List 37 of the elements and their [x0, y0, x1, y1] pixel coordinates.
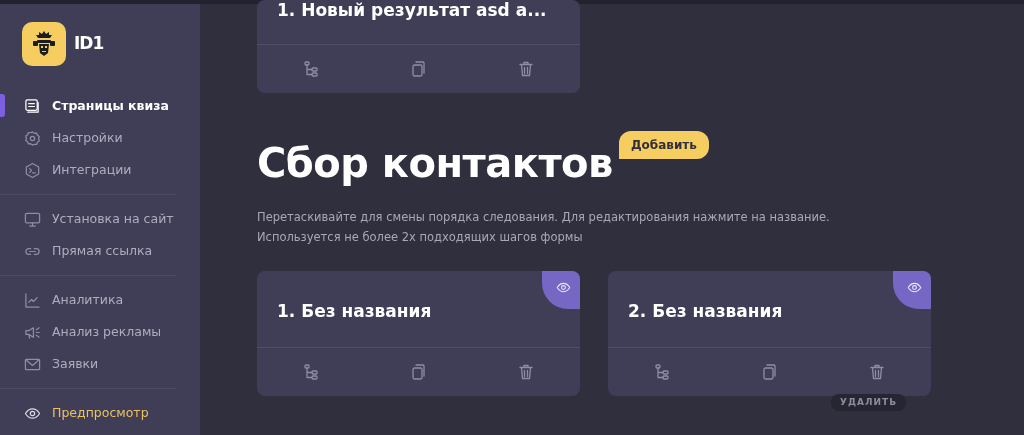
eye-icon [556, 280, 571, 295]
copy-icon[interactable] [760, 363, 779, 381]
selection-indicator [0, 94, 5, 117]
terminal-icon [24, 161, 41, 179]
sidebar-item[interactable]: Установка на сайт [0, 203, 176, 235]
sidebar-item[interactable]: Интеграции [0, 154, 176, 186]
sidebar-item[interactable]: Аналитика [0, 284, 176, 316]
card-title[interactable]: 1. Без названия [277, 301, 432, 321]
sidebar-item[interactable]: Прямая ссылка [0, 235, 176, 267]
gear-icon [24, 129, 41, 147]
add-button[interactable]: Добавить [618, 131, 709, 159]
tooltip: УДАЛИТЬ [831, 393, 906, 411]
card-title[interactable]: 2. Без названия [628, 301, 783, 321]
branch-icon[interactable] [301, 60, 320, 78]
trash-icon[interactable] [517, 60, 536, 78]
sidebar-item[interactable]: Предпросмотр [0, 397, 176, 429]
eye-icon [907, 280, 922, 295]
copy-icon[interactable] [409, 60, 428, 78]
sidebar-item[interactable]: Заявки [0, 348, 176, 380]
preview-button[interactable] [542, 271, 580, 309]
trash-icon[interactable] [517, 363, 536, 381]
logo-icon [22, 22, 66, 66]
logo-text: ID1 [74, 32, 104, 56]
branch-icon[interactable] [301, 363, 320, 381]
sidebar-item[interactable]: Анализ рекламы [0, 316, 176, 348]
copy-icon[interactable] [409, 363, 428, 381]
trash-icon[interactable] [868, 363, 887, 381]
preview-button[interactable] [893, 271, 931, 309]
description-text: Перетаскивайте для смены порядка следования. Для редактирования нажмите на название. [257, 209, 831, 226]
card-title[interactable]: 1. Новый результат asd a... [277, 0, 547, 20]
monitor-icon [24, 210, 41, 228]
sidebar-item[interactable]: Настройки [0, 122, 176, 154]
branch-icon[interactable] [652, 363, 671, 381]
description-text: Используется не более 2х подходящих шагов формы [257, 229, 584, 246]
document-icon [24, 97, 41, 115]
chart-icon [24, 291, 41, 309]
sidebar-item[interactable]: Страницы квиза [0, 90, 176, 122]
